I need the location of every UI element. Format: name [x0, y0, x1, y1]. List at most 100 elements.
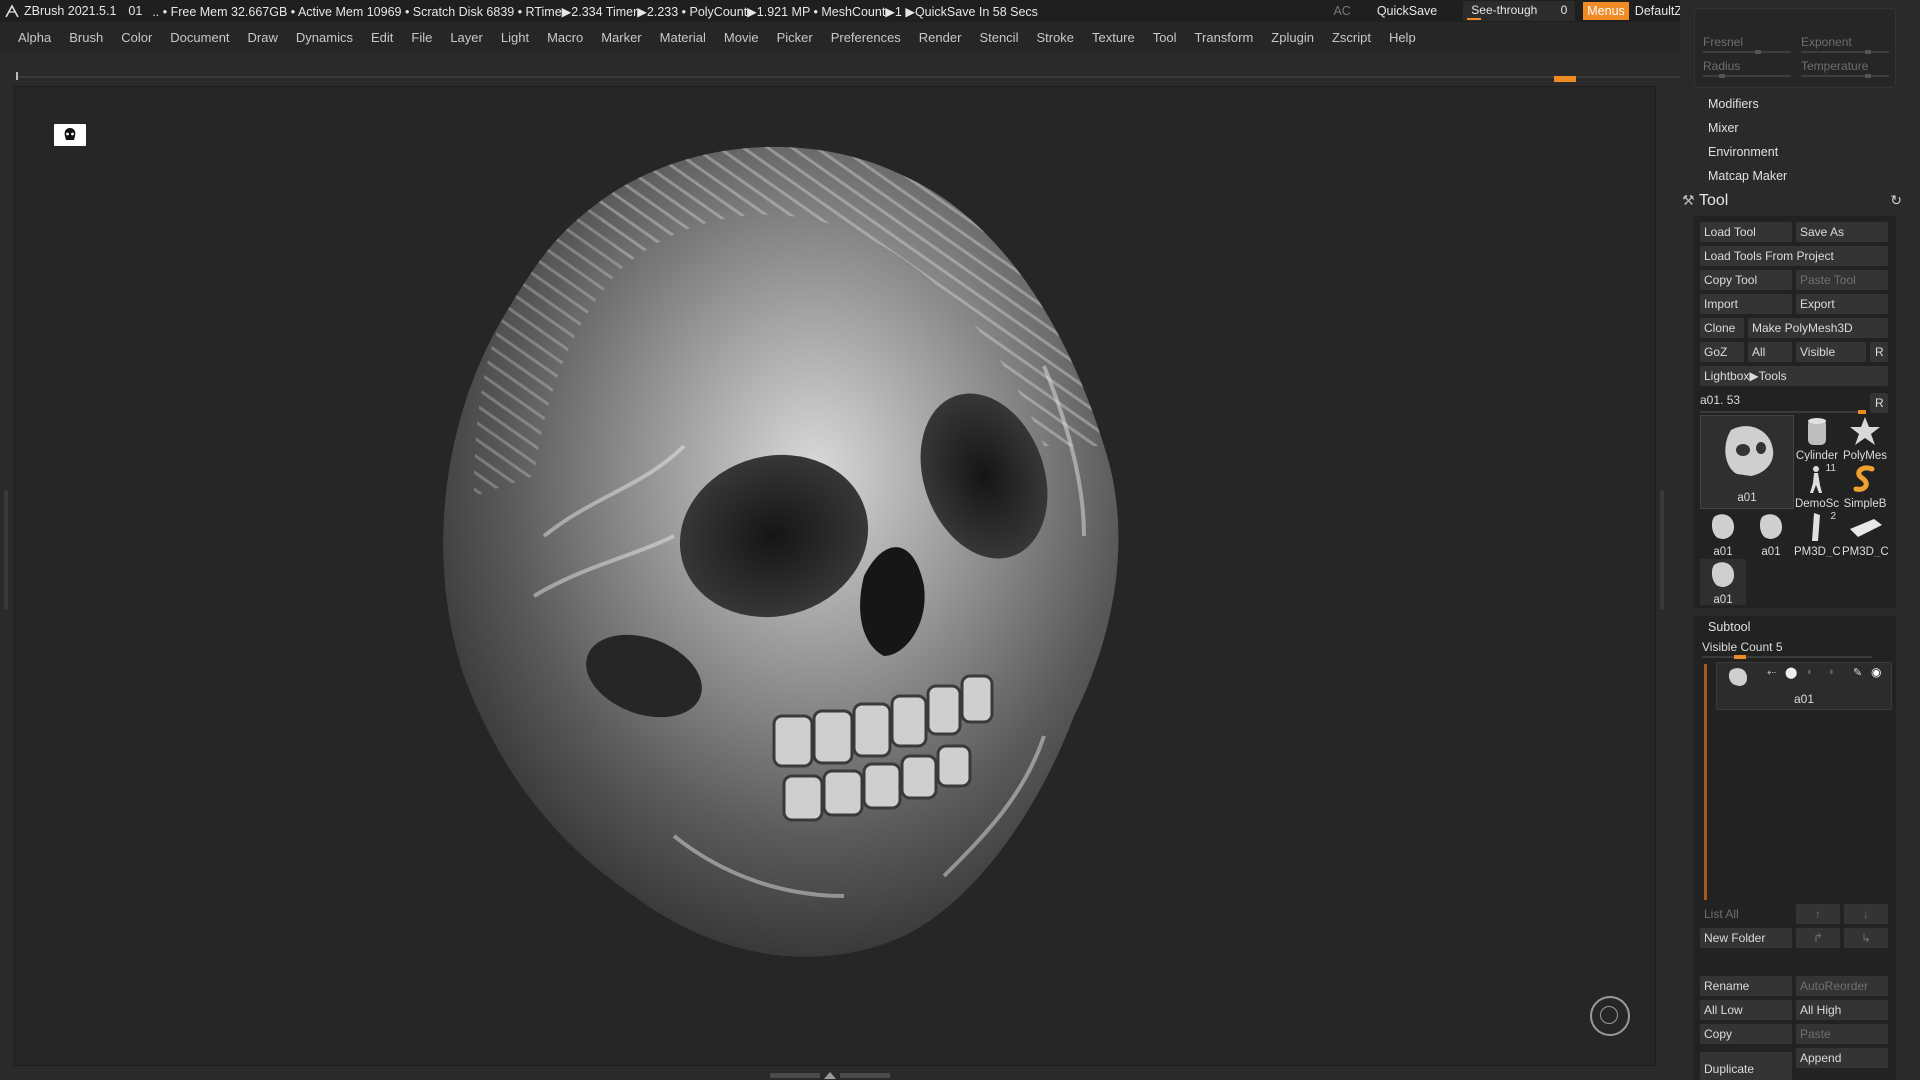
menu-draw[interactable]: Draw: [248, 30, 278, 45]
document-canvas[interactable]: [14, 86, 1656, 1066]
temperature-slider[interactable]: [1801, 75, 1889, 77]
menu-marker[interactable]: Marker: [601, 30, 641, 45]
navigation-gizmo-icon[interactable]: [1590, 996, 1630, 1036]
menu-help[interactable]: Help: [1389, 30, 1416, 45]
menu-edit[interactable]: Edit: [371, 30, 393, 45]
append-button[interactable]: Append: [1796, 1048, 1888, 1068]
subtool-polypaint-icon[interactable]: ⬤: [1785, 666, 1797, 679]
visible-count-track[interactable]: [1702, 656, 1872, 658]
exponent-slider-label[interactable]: Exponent: [1801, 35, 1852, 49]
temperature-knob[interactable]: [1865, 74, 1871, 78]
tool-thumbnail-a01-3[interactable]: a01: [1700, 559, 1746, 605]
folder-out-icon[interactable]: ↳: [1844, 928, 1888, 948]
mixer-subpalette[interactable]: Mixer: [1708, 121, 1739, 135]
folder-in-icon[interactable]: ↱: [1796, 928, 1840, 948]
new-folder-button[interactable]: New Folder: [1700, 928, 1792, 948]
menu-zscript[interactable]: Zscript: [1332, 30, 1371, 45]
current-tool-slider[interactable]: a01. 53: [1700, 393, 1880, 414]
subtool-item[interactable]: ⇠ ⬤ ◐ ◑ ✎ ◉ a01: [1716, 662, 1892, 710]
radius-slider-label[interactable]: Radius: [1703, 59, 1740, 73]
goz-all-button[interactable]: All: [1748, 342, 1792, 362]
menus-toggle-button[interactable]: Menus: [1583, 2, 1629, 20]
pm3d-thumbnail-2[interactable]: PM3D_C: [1842, 511, 1888, 557]
ac-button[interactable]: AC: [1333, 4, 1350, 18]
menu-brush[interactable]: Brush: [69, 30, 103, 45]
environment-subpalette[interactable]: Environment: [1708, 145, 1778, 159]
timeline-cursor[interactable]: [1554, 76, 1576, 82]
menu-stroke[interactable]: Stroke: [1036, 30, 1074, 45]
floor-grid-icon[interactable]: [54, 124, 86, 146]
radius-slider[interactable]: [1703, 75, 1791, 77]
demo-soldier-thumbnail[interactable]: 11 DemoSc: [1794, 463, 1840, 509]
menu-macro[interactable]: Macro: [547, 30, 583, 45]
modifiers-subpalette[interactable]: Modifiers: [1708, 97, 1759, 111]
copy-tool-button[interactable]: Copy Tool: [1700, 270, 1792, 290]
fresnel-knob[interactable]: [1755, 50, 1761, 54]
menu-color[interactable]: Color: [121, 30, 152, 45]
goz-visible-button[interactable]: Visible: [1796, 342, 1866, 362]
tool-thumbnail-a01-1[interactable]: a01: [1700, 511, 1746, 557]
tool-thumbnail-a01-2[interactable]: a01: [1748, 511, 1794, 557]
load-tools-from-project-button[interactable]: Load Tools From Project: [1700, 246, 1888, 266]
visible-count-label[interactable]: Visible Count 5: [1702, 640, 1783, 654]
all-low-button[interactable]: All Low: [1700, 1000, 1792, 1020]
cylinder-tool-thumbnail[interactable]: Cylinder: [1794, 415, 1840, 461]
brush-icon[interactable]: ✎: [1853, 666, 1862, 679]
move-down-icon[interactable]: ↓: [1844, 904, 1888, 924]
load-tool-button[interactable]: Load Tool: [1700, 222, 1792, 242]
pm3d-thumbnail-1[interactable]: 2 PM3D_C: [1794, 511, 1840, 557]
polymesh-tool-thumbnail[interactable]: PolyMes: [1842, 415, 1888, 461]
move-up-icon[interactable]: ↑: [1796, 904, 1840, 924]
subtool-arrow-icon[interactable]: ⇠: [1767, 666, 1776, 679]
list-all-button[interactable]: List All: [1700, 904, 1792, 924]
tool-palette-header[interactable]: ⚒ Tool ↻: [1680, 190, 1920, 214]
all-high-button[interactable]: All High: [1796, 1000, 1888, 1020]
quicksave-button[interactable]: QuickSave: [1377, 4, 1437, 18]
subtool-title[interactable]: Subtool: [1708, 620, 1750, 634]
skull-ring-model[interactable]: [344, 116, 1244, 1026]
fresnel-slider[interactable]: [1703, 51, 1791, 53]
exponent-knob[interactable]: [1865, 50, 1871, 54]
eye-visibility-icon[interactable]: ◉: [1871, 665, 1881, 679]
bottom-tray-handle[interactable]: [770, 1071, 900, 1080]
duplicate-button[interactable]: Duplicate: [1700, 1052, 1792, 1080]
menu-alpha[interactable]: Alpha: [18, 30, 51, 45]
menu-tool[interactable]: Tool: [1153, 30, 1177, 45]
matcap-maker-subpalette[interactable]: Matcap Maker: [1708, 169, 1787, 183]
menu-preferences[interactable]: Preferences: [831, 30, 901, 45]
goz-r-button[interactable]: R: [1870, 342, 1888, 362]
menu-material[interactable]: Material: [660, 30, 706, 45]
timeline-marker[interactable]: [16, 72, 18, 80]
menu-dynamics[interactable]: Dynamics: [296, 30, 353, 45]
subtool-half-icon[interactable]: ◐: [1807, 666, 1814, 678]
menu-movie[interactable]: Movie: [724, 30, 759, 45]
refresh-icon[interactable]: ↻: [1890, 192, 1902, 209]
menu-picker[interactable]: Picker: [777, 30, 813, 45]
right-tray-handle[interactable]: [1660, 490, 1664, 610]
menu-document[interactable]: Document: [170, 30, 229, 45]
fresnel-slider-label[interactable]: Fresnel: [1703, 35, 1743, 49]
make-polymesh3d-button[interactable]: Make PolyMesh3D: [1748, 318, 1888, 338]
menu-file[interactable]: File: [411, 30, 432, 45]
paste-subtool-button[interactable]: Paste: [1796, 1024, 1888, 1044]
rename-button[interactable]: Rename: [1700, 976, 1792, 996]
lightbox-tools-button[interactable]: Lightbox▶Tools: [1700, 366, 1888, 386]
temperature-slider-label[interactable]: Temperature: [1801, 59, 1868, 73]
menu-zplugin[interactable]: Zplugin: [1271, 30, 1314, 45]
subtool-scrollbar[interactable]: [1704, 664, 1707, 900]
menu-stencil[interactable]: Stencil: [979, 30, 1018, 45]
menu-light[interactable]: Light: [501, 30, 529, 45]
radius-knob[interactable]: [1719, 74, 1725, 78]
active-tool-thumbnail[interactable]: a01: [1700, 415, 1794, 509]
save-as-button[interactable]: Save As: [1796, 222, 1888, 242]
timeline-track[interactable]: [16, 76, 1680, 78]
paste-tool-button[interactable]: Paste Tool: [1796, 270, 1888, 290]
export-button[interactable]: Export: [1796, 294, 1888, 314]
menu-layer[interactable]: Layer: [450, 30, 483, 45]
goz-button[interactable]: GoZ: [1700, 342, 1744, 362]
menu-render[interactable]: Render: [919, 30, 962, 45]
subtool-toggle-icon[interactable]: ◑: [1827, 666, 1834, 678]
see-through-slider[interactable]: See-through 0: [1463, 1, 1576, 21]
menu-texture[interactable]: Texture: [1092, 30, 1135, 45]
clone-button[interactable]: Clone: [1700, 318, 1744, 338]
